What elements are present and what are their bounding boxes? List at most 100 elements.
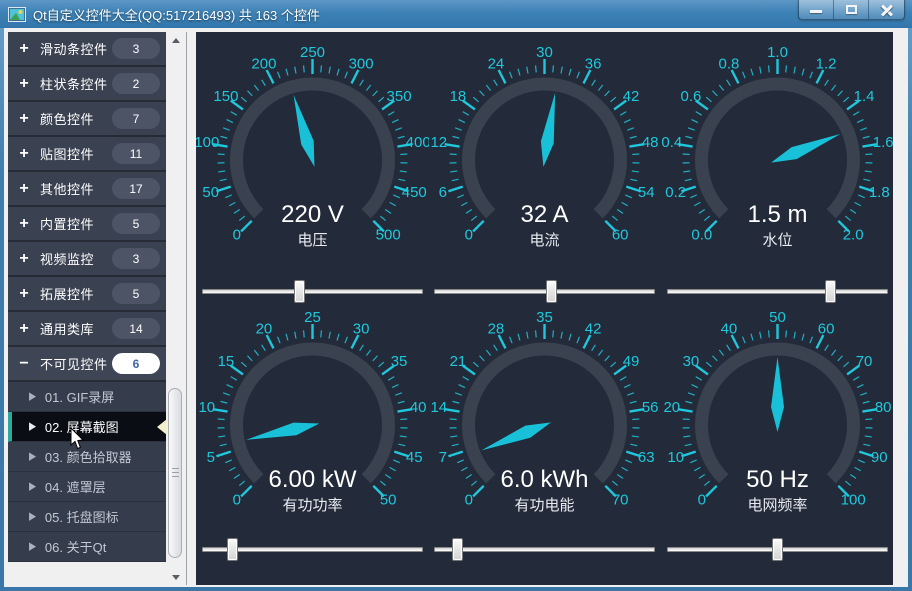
sidebar-subitem-3[interactable]: ▶04. 遮罩层 — [8, 472, 166, 502]
close-button[interactable] — [869, 0, 904, 19]
sidebar-group-9[interactable]: −不可见控件6 — [8, 347, 166, 382]
gauge-tick — [450, 171, 457, 172]
slider-handle[interactable] — [772, 538, 783, 561]
sidebar-group-3[interactable]: +贴图控件11 — [8, 137, 166, 172]
gauge-tick-label: 50 — [769, 309, 786, 326]
gauge-tick — [234, 209, 240, 213]
gauge-needle — [541, 93, 555, 167]
slider-handle[interactable] — [227, 538, 238, 561]
gauge-tick — [452, 179, 459, 181]
gauge-tick — [624, 120, 630, 123]
gauge-tick — [329, 332, 330, 339]
sidebar-scrollbar[interactable] — [167, 32, 184, 585]
gauge-tick — [486, 350, 490, 356]
gauge-tick-label: 60 — [818, 321, 835, 338]
gauge-tick-label: 24 — [488, 56, 505, 73]
slider-handle[interactable] — [452, 538, 463, 561]
expand-icon: + — [8, 145, 40, 163]
gauge-tick — [863, 136, 870, 138]
gauge-needle — [481, 422, 551, 450]
collapse-icon: − — [8, 355, 40, 373]
window-titlebar[interactable]: Qt自定义控件大全(QQ:517216493) 共 163 个控件 — [0, 0, 912, 28]
gauge-tick — [685, 401, 692, 403]
group-label: 不可见控件 — [40, 354, 112, 373]
gauge-value: 6.0 kWh — [500, 466, 588, 493]
gauge-tick — [241, 486, 252, 497]
gauge-tick — [769, 330, 770, 337]
sidebar-group-1[interactable]: +柱状条控件2 — [8, 67, 166, 102]
sidebar-subitem-5[interactable]: ▶06. 关于Qt — [8, 532, 166, 562]
sidebar-subitem-2[interactable]: ▶03. 颜色拾取器 — [8, 442, 166, 472]
gauge-tick — [630, 179, 637, 181]
gauge-tick-label: 20 — [256, 321, 273, 338]
mouse-cursor-icon — [70, 427, 85, 450]
sidebar-group-2[interactable]: +颜色控件7 — [8, 102, 166, 137]
gauge-title: 有功功率 — [282, 497, 342, 514]
gauge-tick-label: 500 — [376, 227, 401, 244]
gauge-tick-label: 40 — [410, 399, 427, 416]
gauge-tick-label: 250 — [300, 44, 325, 61]
gauge-tick — [850, 209, 856, 213]
gauge-tick — [455, 393, 462, 395]
slider-3[interactable] — [202, 538, 423, 562]
sidebar-group-8[interactable]: +通用类库14 — [8, 312, 166, 347]
count-badge: 7 — [112, 108, 160, 129]
gauge-4: 071421283542495663706.0 kWh有功电能 — [428, 297, 661, 547]
gauge-tick — [392, 385, 398, 388]
sidebar-subitem-0[interactable]: ▶01. GIF录屏 — [8, 382, 166, 412]
slider-track[interactable] — [434, 289, 655, 294]
window-buttons — [798, 0, 905, 20]
sidebar-subitem-4[interactable]: ▶05. 托盘图标 — [8, 502, 166, 532]
gauge-tick — [455, 128, 462, 130]
gauge-tick — [692, 385, 698, 388]
gauge-tick — [612, 481, 617, 485]
gauge-tick — [392, 120, 398, 123]
sidebar-group-6[interactable]: +视频监控3 — [8, 242, 166, 277]
gauge-tick — [286, 69, 288, 76]
gauge-tick — [220, 401, 227, 403]
slider-5[interactable] — [667, 538, 888, 562]
gauge-tick — [617, 474, 623, 478]
slider-track[interactable] — [667, 289, 888, 294]
gauge-tick — [479, 91, 484, 96]
gauge-tick — [337, 69, 339, 76]
gauge-tick — [494, 80, 498, 86]
gauge-tick — [241, 221, 252, 232]
slider-4[interactable] — [434, 538, 655, 562]
gauge-tick — [473, 221, 484, 232]
gauge-tick — [760, 332, 761, 339]
gauge-tick — [360, 345, 364, 351]
sidebar-group-4[interactable]: +其他控件17 — [8, 172, 166, 207]
slider-track[interactable] — [434, 547, 655, 552]
gauge-tick — [685, 136, 692, 138]
gauge-tick — [337, 334, 339, 341]
gauge-tick — [865, 171, 872, 172]
minimize-button[interactable] — [799, 0, 834, 19]
gauge-title: 电压 — [297, 232, 327, 249]
sidebar-group-7[interactable]: +拓展控件5 — [8, 277, 166, 312]
gauge-tick-label: 150 — [213, 88, 238, 105]
scroll-up-button[interactable] — [167, 32, 184, 48]
gauge-tick-label: 21 — [450, 353, 467, 370]
gauge-tick-label: 0 — [465, 492, 473, 509]
gauge-tick — [457, 460, 463, 463]
gauge-tick — [627, 128, 634, 130]
gauge-tick — [473, 362, 478, 367]
gauge-title: 电网频率 — [747, 497, 807, 514]
sidebar-group-0[interactable]: +滑动条控件3 — [8, 32, 166, 67]
gauge-tick — [751, 69, 753, 76]
scrollbar-thumb[interactable] — [168, 388, 182, 558]
gauge-tick-label: 100 — [196, 134, 219, 151]
sidebar-group-5[interactable]: +内置控件5 — [8, 207, 166, 242]
scroll-down-button[interactable] — [167, 569, 184, 585]
gauge-tick — [385, 209, 391, 213]
gauge-tick — [373, 91, 378, 96]
sidebar-subitem-1[interactable]: ▶02. 屏幕截图 — [8, 412, 166, 442]
gauge-tick — [719, 85, 723, 91]
slider-track[interactable] — [202, 289, 423, 294]
expand-icon: + — [8, 215, 40, 233]
gauge-tick — [398, 179, 405, 181]
maximize-button[interactable] — [834, 0, 869, 19]
gauge-tick-label: 0 — [233, 227, 241, 244]
gauge-tick-label: 0.0 — [691, 227, 712, 244]
